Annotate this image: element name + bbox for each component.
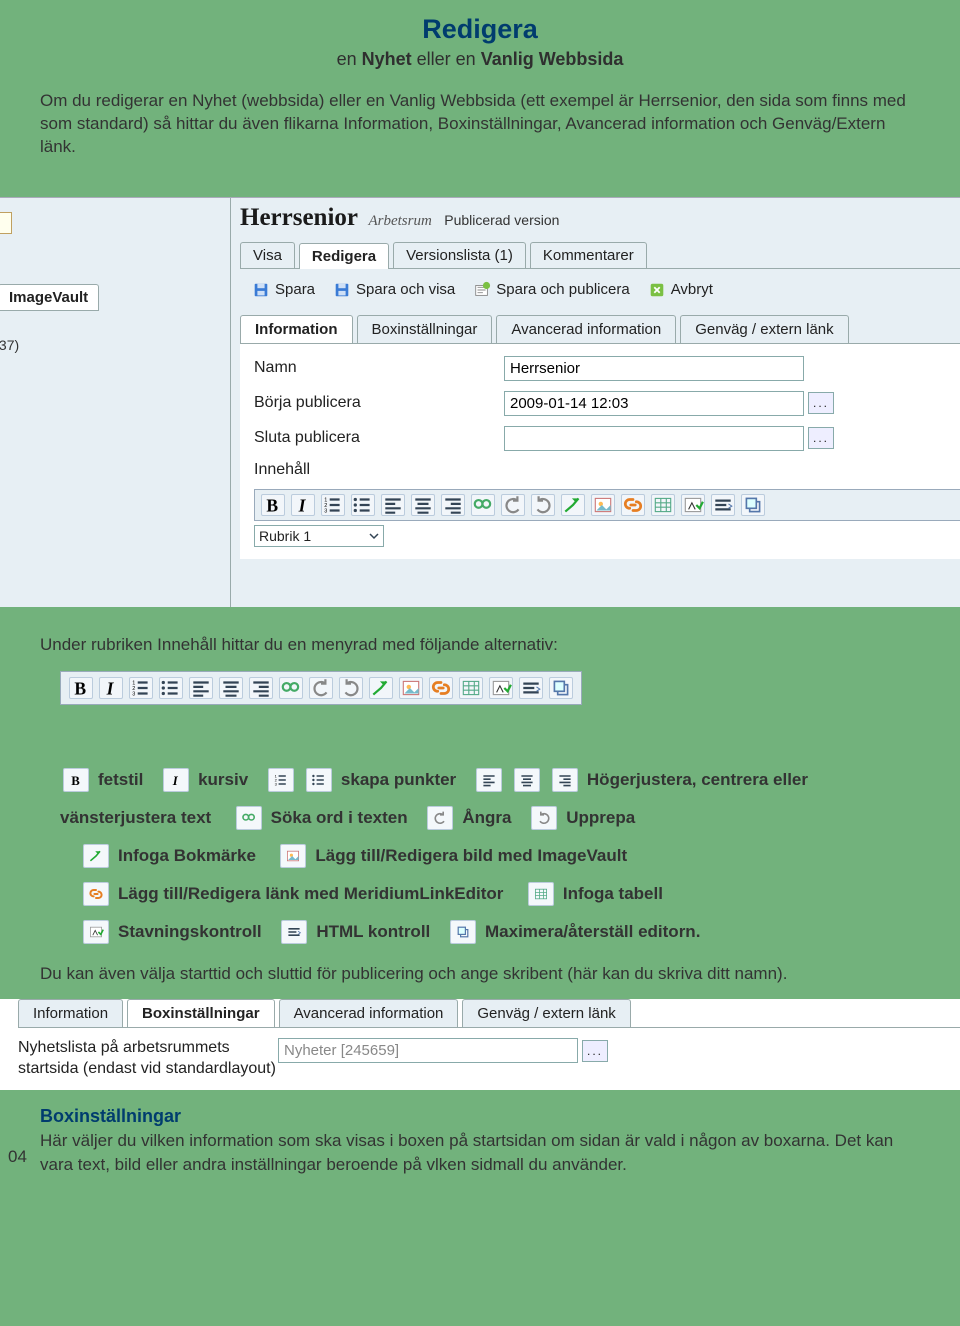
- redo-icon: [531, 806, 557, 830]
- align-right-icon[interactable]: [441, 494, 465, 516]
- align-center-icon: [219, 677, 243, 699]
- start-label: Börja publicera: [254, 394, 504, 412]
- subtab-information[interactable]: Information: [240, 315, 353, 343]
- maximize-icon: [450, 920, 476, 944]
- name-input[interactable]: [504, 356, 804, 381]
- italic-icon: [163, 768, 189, 792]
- bold-icon[interactable]: [261, 494, 285, 516]
- box-list-label: Nyhetslista på arbetsrummets startsida (…: [18, 1038, 278, 1080]
- panel-icon[interactable]: [0, 212, 12, 234]
- page-subtitle: en Nyhet eller en Vanlig Webbsida: [40, 49, 920, 70]
- bold-icon: [69, 677, 93, 699]
- box-explanation: Boxinställningar Här väljer du vilken in…: [40, 1104, 910, 1177]
- editor-heading: Herrsenior Arbetsrum Publicerad version: [240, 204, 960, 232]
- name-label: Namn: [254, 359, 504, 377]
- bullet-list-icon: [306, 768, 332, 792]
- align-center-icon[interactable]: [411, 494, 435, 516]
- link-icon: [429, 677, 453, 699]
- image-icon: [399, 677, 423, 699]
- find-icon: [236, 806, 262, 830]
- ordered-list-icon: [129, 677, 153, 699]
- intro-paragraph: Om du redigerar en Nyhet (webbsida) elle…: [40, 90, 920, 159]
- tab-kommentarer[interactable]: Kommentarer: [530, 242, 647, 268]
- align-right-icon: [249, 677, 273, 699]
- bullet-list-icon[interactable]: [351, 494, 375, 516]
- editor-toolbar: [254, 489, 960, 521]
- spellcheck-icon: [83, 920, 109, 944]
- subtab-information[interactable]: Information: [18, 999, 123, 1027]
- undo-icon: [427, 806, 453, 830]
- link-icon[interactable]: [621, 494, 645, 516]
- bullet-list-icon: [159, 677, 183, 699]
- toolbar-sample: [60, 671, 582, 705]
- subtabs: Information Boxinställningar Avancerad i…: [240, 315, 960, 344]
- undo-icon[interactable]: [501, 494, 525, 516]
- editor-screenshot: ter ImageVault .2.27237) Herrsenior Arbe…: [0, 197, 960, 607]
- link-icon: [83, 882, 109, 906]
- image-icon: [280, 844, 306, 868]
- box-picker-button[interactable]: ...: [582, 1040, 608, 1062]
- bold-icon: [63, 768, 89, 792]
- subtab-avancerad[interactable]: Avancerad information: [496, 315, 676, 343]
- align-left-icon: [189, 677, 213, 699]
- maximize-icon[interactable]: [741, 494, 765, 516]
- tab-versionslista[interactable]: Versionslista (1): [393, 242, 526, 268]
- spellcheck-icon[interactable]: [681, 494, 705, 516]
- html-icon: [281, 920, 307, 944]
- icon-explanations: fetstil kursiv skapa punkter Högerjuster…: [60, 768, 910, 944]
- align-right-icon: [552, 768, 578, 792]
- undo-icon: [309, 677, 333, 699]
- main-tabs: Visa Redigera Versionslista (1) Kommenta…: [240, 242, 960, 269]
- bookmark-icon[interactable]: [561, 494, 585, 516]
- table-icon: [459, 677, 483, 699]
- tab-visa[interactable]: Visa: [240, 242, 295, 268]
- stop-picker-button[interactable]: ...: [808, 427, 834, 449]
- find-icon: [279, 677, 303, 699]
- redo-icon: [339, 677, 363, 699]
- spellcheck-icon: [489, 677, 513, 699]
- save-button[interactable]: Spara: [252, 281, 315, 299]
- find-icon[interactable]: [471, 494, 495, 516]
- align-center-icon: [514, 768, 540, 792]
- left-tab-imagevault[interactable]: ImageVault: [0, 284, 99, 310]
- page-title: Redigera: [40, 14, 920, 45]
- subtab-boxinstallningar[interactable]: Boxinställningar: [357, 315, 493, 343]
- subtab-genvag[interactable]: Genväg / extern länk: [680, 315, 848, 343]
- cancel-button[interactable]: Avbryt: [648, 281, 713, 299]
- maximize-icon: [549, 677, 573, 699]
- start-picker-button[interactable]: ...: [808, 392, 834, 414]
- ordered-list-icon: [268, 768, 294, 792]
- italic-icon: [99, 677, 123, 699]
- subtab-avancerad[interactable]: Avancerad information: [279, 999, 459, 1027]
- left-version-text: .2.27237): [0, 337, 99, 353]
- align-left-icon[interactable]: [381, 494, 405, 516]
- bookmark-icon: [369, 677, 393, 699]
- page-number: 04: [8, 1147, 27, 1167]
- redo-icon[interactable]: [531, 494, 555, 516]
- tab-redigera[interactable]: Redigera: [299, 243, 389, 269]
- table-icon[interactable]: [651, 494, 675, 516]
- end-note: Du kan även välja starttid och sluttid f…: [40, 962, 910, 986]
- ordered-list-icon[interactable]: [321, 494, 345, 516]
- html-icon[interactable]: [711, 494, 735, 516]
- start-input[interactable]: [504, 391, 804, 416]
- save-publish-button[interactable]: Spara och publicera: [473, 281, 629, 299]
- image-icon[interactable]: [591, 494, 615, 516]
- italic-icon[interactable]: [291, 494, 315, 516]
- boxinstallningar-screenshot: Information Boxinställningar Avancerad i…: [0, 999, 960, 1090]
- align-left-icon: [476, 768, 502, 792]
- save-view-button[interactable]: Spara och visa: [333, 281, 455, 299]
- subtab-boxinstallningar[interactable]: Boxinställningar: [127, 999, 275, 1027]
- box-list-input[interactable]: [278, 1038, 578, 1063]
- subtab-genvag[interactable]: Genväg / extern länk: [462, 999, 630, 1027]
- table-icon: [528, 882, 554, 906]
- bookmark-icon: [83, 844, 109, 868]
- html-icon: [519, 677, 543, 699]
